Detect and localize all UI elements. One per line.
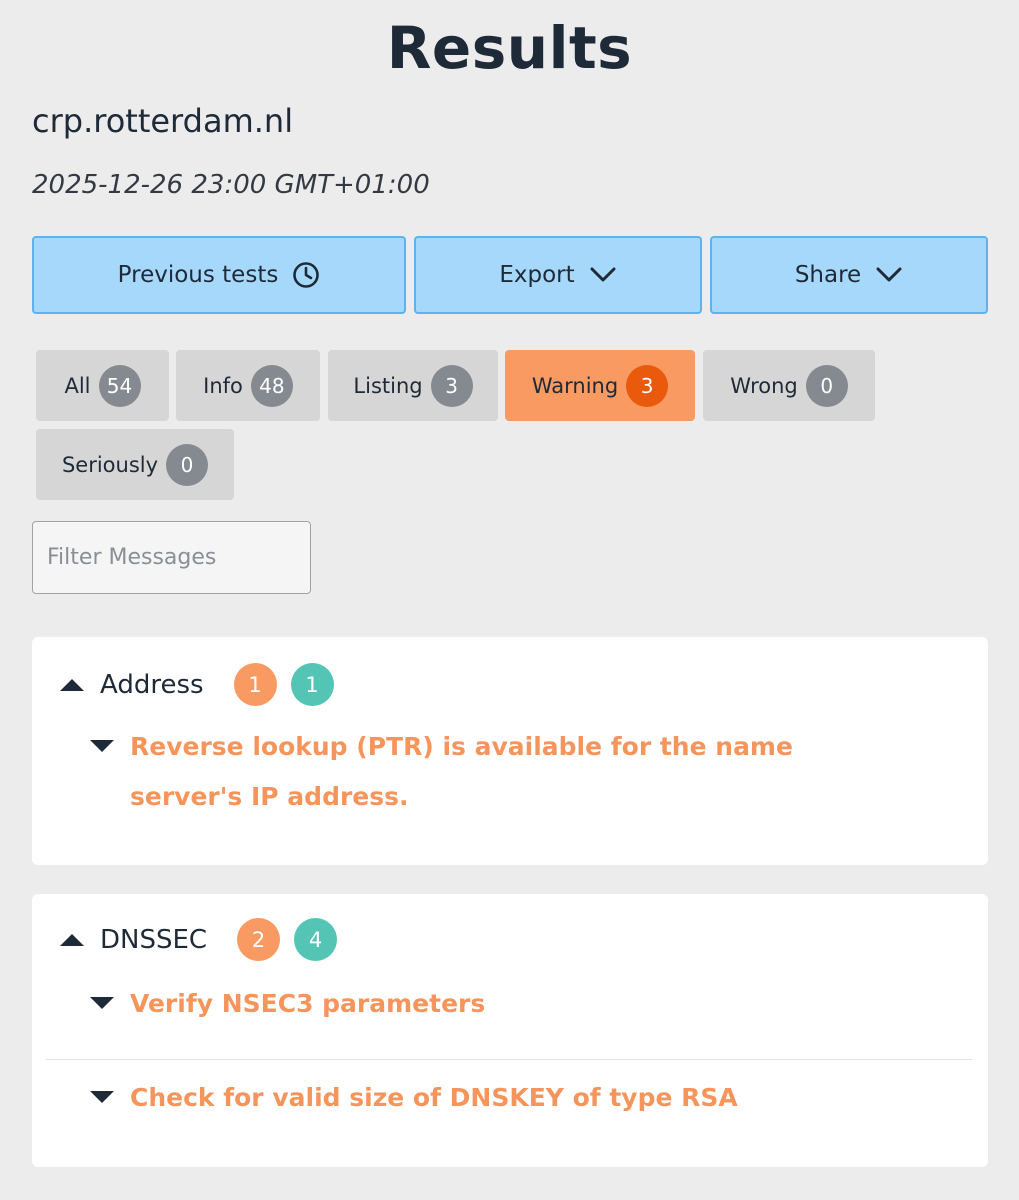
filter-tab-label: Seriously <box>61 452 159 477</box>
chevron-down-icon <box>589 266 617 284</box>
caret-down-icon <box>90 1091 114 1103</box>
filter-tab-info[interactable]: Info 48 <box>176 350 320 421</box>
count-badge: 48 <box>250 364 293 407</box>
message-text: Reverse lookup (PTR) is available for th… <box>130 732 793 811</box>
share-label: Share <box>794 262 862 288</box>
caret-down-icon <box>90 740 114 752</box>
export-button[interactable]: Export <box>414 236 702 314</box>
message-text: Check for valid size of DNSKEY of type R… <box>130 1083 738 1112</box>
filter-tab-label: All <box>64 373 91 398</box>
previous-tests-button[interactable]: Previous tests <box>32 236 406 314</box>
tested-domain: crp.rotterdam.nl <box>32 102 294 140</box>
caret-down-icon <box>90 997 114 1009</box>
caret-up-icon <box>60 678 84 691</box>
notice-count-badge: 1 <box>290 663 334 706</box>
message-text: Verify NSEC3 parameters <box>130 989 486 1018</box>
warning-count-badge: 2 <box>237 918 281 961</box>
result-section-address: Address 1 1 Reverse lookup (PTR) is avai… <box>32 637 988 865</box>
section-title: DNSSEC <box>100 924 208 955</box>
count-badge: 3 <box>626 364 669 407</box>
filter-tab-wrong[interactable]: Wrong 0 <box>703 350 875 421</box>
clock-icon <box>292 261 320 289</box>
count-badge: 3 <box>430 364 473 407</box>
caret-up-icon <box>60 933 84 946</box>
previous-tests-label: Previous tests <box>117 262 279 288</box>
filter-tab-seriously[interactable]: Seriously 0 <box>36 429 234 500</box>
filter-tab-label: Listing <box>353 373 423 398</box>
filter-tab-warning[interactable]: Warning 3 <box>505 350 695 421</box>
chevron-down-icon <box>875 266 903 284</box>
test-timestamp: 2025-12-26 23:00 GMT+01:00 <box>32 170 430 200</box>
result-section-dnssec: DNSSEC 2 4 Verify NSEC3 parameters Check… <box>32 894 988 1167</box>
filter-tab-label: Warning <box>531 373 619 398</box>
count-badge: 0 <box>166 443 209 486</box>
message-item[interactable]: Check for valid size of DNSKEY of type R… <box>90 1073 738 1123</box>
filter-tab-label: Info <box>203 373 243 398</box>
count-badge: 0 <box>805 364 848 407</box>
warning-count-badge: 1 <box>233 663 277 706</box>
page-title: Results <box>386 14 633 82</box>
divider <box>46 1059 972 1060</box>
filter-tab-listing[interactable]: Listing 3 <box>328 350 498 421</box>
message-item[interactable]: Reverse lookup (PTR) is available for th… <box>90 722 890 822</box>
section-header[interactable]: Address 1 1 <box>60 663 348 706</box>
message-item[interactable]: Verify NSEC3 parameters <box>90 979 485 1029</box>
section-header[interactable]: DNSSEC 2 4 <box>60 918 351 961</box>
filter-tab-all[interactable]: All 54 <box>36 350 169 421</box>
share-button[interactable]: Share <box>710 236 988 314</box>
count-badge: 54 <box>98 364 141 407</box>
notice-count-badge: 4 <box>294 918 338 961</box>
section-title: Address <box>100 669 204 700</box>
filter-messages-input[interactable] <box>32 521 311 594</box>
export-label: Export <box>499 262 575 288</box>
filter-tab-label: Wrong <box>730 373 798 398</box>
